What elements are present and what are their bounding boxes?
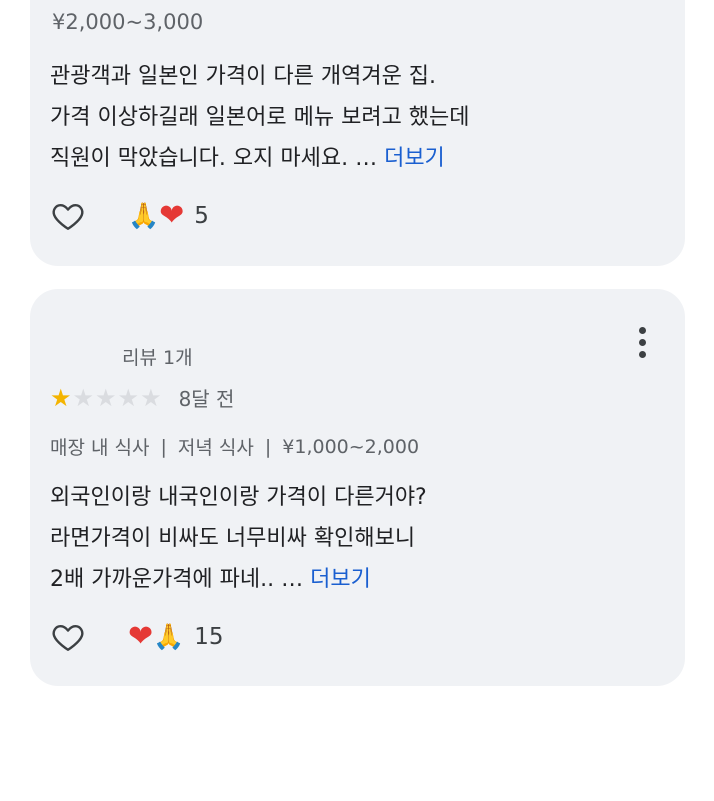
star-icon: ★ — [72, 383, 95, 412]
review-card: ¥2,000~3,000 관광객과 일본인 가격이 다른 개역겨운 집. 가격 … — [30, 0, 685, 266]
separator: | — [264, 435, 272, 458]
reviewer-review-count: 리뷰 1개 — [122, 347, 193, 369]
praying-hands-icon: 🙏 — [153, 622, 185, 651]
review-text: 관광객과 일본인 가격이 다른 개역겨운 집. 가격 이상하길래 일본어로 메뉴… — [50, 56, 470, 179]
read-more-link[interactable]: 더보기 — [310, 567, 371, 592]
price-range: ¥2,000~3,000 — [52, 10, 204, 34]
review-text: 외국인이랑 내국인이랑 가격이 다른거야? 라면가격이 비싸도 너무비싸 확인해… — [50, 477, 427, 600]
rating-row: ★ ★ ★ ★ ★ 8달 전 — [50, 383, 234, 412]
reaction-emojis[interactable]: ❤ 🙏 15 — [128, 619, 224, 655]
star-icon: ★ — [95, 383, 117, 412]
reaction-bar: ❤ 🙏 15 — [50, 619, 224, 655]
reaction-count: 5 — [194, 203, 209, 229]
review-time: 8달 전 — [178, 387, 235, 411]
review-card: 리뷰 1개 ★ ★ ★ ★ ★ 8달 전 매장 내 식사 | 저녁 식사 | ¥… — [30, 289, 685, 686]
reaction-bar: 🙏 ❤ 5 — [50, 198, 209, 234]
heart-outline-icon[interactable] — [50, 198, 86, 234]
more-vert-icon[interactable] — [630, 325, 654, 361]
separator: | — [160, 435, 167, 458]
price-range: ¥1,000~2,000 — [282, 435, 420, 458]
dining-type: 매장 내 식사 — [50, 437, 150, 459]
star-icon: ★ — [117, 383, 140, 412]
reaction-emojis[interactable]: 🙏 ❤ 5 — [128, 198, 209, 234]
red-heart-icon: ❤ — [159, 198, 185, 233]
red-heart-icon: ❤ — [128, 619, 154, 654]
visit-meta: 매장 내 식사 | 저녁 식사 | ¥1,000~2,000 — [50, 433, 419, 460]
reaction-count: 15 — [194, 624, 224, 650]
read-more-link[interactable]: 더보기 — [384, 146, 445, 171]
star-icon: ★ — [50, 383, 72, 412]
heart-outline-icon[interactable] — [50, 619, 86, 655]
star-icon: ★ — [140, 383, 162, 412]
praying-hands-icon: 🙏 — [128, 201, 160, 230]
meal-type: 저녁 식사 — [177, 437, 254, 459]
